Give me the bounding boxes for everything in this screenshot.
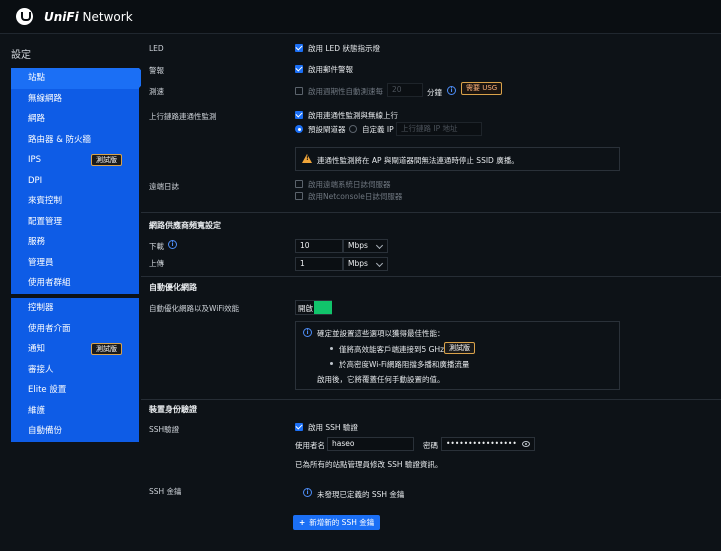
beta-badge: 測試版 xyxy=(91,154,122,166)
sidebar-item-wireless[interactable]: 無線網路 xyxy=(11,89,139,110)
info-icon: i xyxy=(303,328,312,337)
remote-log-label: 遠端日誌 xyxy=(149,182,179,191)
sidebar-item-auto-backup[interactable]: 自動備份 xyxy=(11,421,139,442)
led-label: LED xyxy=(149,44,164,53)
speedtest-label: 測速 xyxy=(149,87,164,96)
sidebar-item-recipients[interactable]: 審接人 xyxy=(11,360,139,381)
custom-ip-label: 自定義 IP xyxy=(362,125,394,134)
eye-icon[interactable] xyxy=(522,441,530,447)
sidebar: 設定 站點 無線網路 網路 路由器 & 防火牆 IPS 測試版 DPI 來賓控制 … xyxy=(0,34,148,551)
email-alerts-label: 啟用郵件警報 xyxy=(308,65,353,74)
sidebar-group-controller: 控制器 使用者介面 通知 測試版 審接人 Elite 設置 維護 自動備份 xyxy=(11,298,139,442)
password-input[interactable]: •••••••••••••••• xyxy=(441,437,535,451)
default-gateway-label: 預設閘道器 xyxy=(308,125,346,134)
toggle-switch-on xyxy=(314,301,332,314)
uplink-ip-input[interactable]: 上行鏈路 IP 地址 xyxy=(396,122,482,136)
led-checkbox[interactable] xyxy=(295,44,303,52)
settings-panel: LED 啟用 LED 狀態指示燈 警報 啟用郵件警報 測速 啟用週期性自動測速每… xyxy=(141,34,721,551)
download-label: 下載 xyxy=(149,242,164,251)
ubiquiti-logo-icon[interactable] xyxy=(16,8,33,25)
netconsole-checkbox[interactable] xyxy=(295,192,303,200)
download-input[interactable]: 10 xyxy=(295,239,343,253)
chevron-down-icon xyxy=(375,241,384,250)
toggle-state-label: 開啟 xyxy=(298,304,313,313)
warning-icon xyxy=(302,154,312,163)
netconsole-label: 啟用Netconsole日誌伺服器 xyxy=(308,192,403,201)
section-divider xyxy=(141,399,721,400)
bullet-icon xyxy=(330,362,333,365)
requires-usg-badge: 需要 USG xyxy=(461,82,503,95)
sidebar-item-services[interactable]: 服務 xyxy=(11,232,139,253)
ssh-auth-label: SSH驗證 xyxy=(149,425,180,434)
sidebar-title: 設定 xyxy=(11,50,31,61)
remote-syslog-label: 啟用遠端系統日誌伺服器 xyxy=(308,180,391,189)
sidebar-item-ips[interactable]: IPS 測試版 xyxy=(11,150,139,171)
sidebar-item-admins[interactable]: 管理員 xyxy=(11,253,139,274)
speedtest-checkbox-label: 啟用週期性自動測速每 xyxy=(308,87,383,96)
bullet-icon xyxy=(330,347,333,350)
upload-unit-select[interactable]: Mbps xyxy=(343,257,388,271)
info-icon[interactable]: i xyxy=(447,86,456,95)
auto-opt-info-title: 確定並設置這些選項以獲得最佳性能： xyxy=(317,329,445,338)
led-checkbox-label: 啟用 LED 狀態指示燈 xyxy=(308,44,380,53)
uplink-warning-text: 連通性監測將在 AP 與閘道器間無法連通時停止 SSID 廣播。 xyxy=(317,156,519,165)
auto-opt-item-multicast-block: 於高密度Wi-Fi網路阻擋多播和廣播流量 xyxy=(339,360,470,369)
username-input[interactable]: haseo xyxy=(327,437,414,451)
download-unit-select[interactable]: Mbps xyxy=(343,239,388,253)
speedtest-interval-input[interactable]: 20 xyxy=(387,83,423,97)
sidebar-item-site[interactable]: 站點 xyxy=(11,68,148,89)
remote-syslog-checkbox[interactable] xyxy=(295,180,303,188)
ssh-auth-note: 已為所有的站點管理員修改 SSH 驗證資訊。 xyxy=(295,460,443,469)
sidebar-item-notifications[interactable]: 通知 測試版 xyxy=(11,339,139,360)
sidebar-item-routing-firewall[interactable]: 路由器 & 防火牆 xyxy=(11,130,139,151)
ssh-auth-checkbox[interactable] xyxy=(295,423,303,431)
uplink-monitor-checkbox[interactable] xyxy=(295,111,303,119)
info-icon: i xyxy=(303,488,312,497)
add-ssh-key-button[interactable]: + 新增新的 SSH 金鑰 xyxy=(293,515,381,530)
auto-opt-label: 自動優化網路以及WiFi效能 xyxy=(149,304,240,313)
ssh-auth-checkbox-label: 啟用 SSH 驗證 xyxy=(308,423,358,432)
auto-opt-info-footer: 啟用後，它將覆蓋任何手動設置的值。 xyxy=(317,375,445,384)
sidebar-item-networks[interactable]: 網路 xyxy=(11,109,139,130)
sidebar-group-site: 站點 無線網路 網路 路由器 & 防火牆 IPS 測試版 DPI 來賓控制 配置管… xyxy=(11,68,148,294)
sidebar-item-dpi[interactable]: DPI xyxy=(11,171,139,192)
auto-opt-info-box: i 確定並設置這些選項以獲得最佳性能： 僅將高效能客戶端連接到5 GHz 測試版… xyxy=(295,321,620,390)
plus-icon: + xyxy=(299,518,306,527)
section-divider xyxy=(141,276,721,277)
sidebar-item-guest-control[interactable]: 來賓控制 xyxy=(11,191,139,212)
isp-section-title: 網路供應商頻寬設定 xyxy=(149,221,221,230)
speedtest-unit: 分鐘 xyxy=(427,88,442,97)
top-bar: UniFi Network xyxy=(0,0,721,34)
info-icon[interactable]: i xyxy=(168,240,177,249)
chevron-down-icon xyxy=(375,259,384,268)
uplink-warning-box: 連通性監測將在 AP 與閘道器間無法連通時停止 SSID 廣播。 xyxy=(295,147,620,171)
default-gateway-radio[interactable] xyxy=(295,125,303,133)
beta-badge: 測試版 xyxy=(444,342,475,354)
device-auth-section-title: 裝置身份驗證 xyxy=(149,405,197,414)
sidebar-item-profiles[interactable]: 配置管理 xyxy=(11,212,139,233)
ssh-keys-empty-text: 未發現已定義的 SSH 金鑰 xyxy=(317,490,405,499)
upload-label: 上傳 xyxy=(149,259,164,268)
auto-opt-section-title: 自動優化網路 xyxy=(149,283,197,292)
sidebar-item-controller[interactable]: 控制器 xyxy=(11,298,139,319)
username-label: 使用者名 xyxy=(295,441,325,450)
upload-input[interactable]: 1 xyxy=(295,257,343,271)
sidebar-item-elite-settings[interactable]: Elite 設置 xyxy=(11,380,139,401)
custom-ip-radio[interactable] xyxy=(349,125,357,133)
speedtest-checkbox[interactable] xyxy=(295,87,303,95)
password-label: 密碼 xyxy=(423,441,438,450)
sidebar-item-maintenance[interactable]: 維護 xyxy=(11,401,139,422)
beta-badge: 測試版 xyxy=(91,343,122,355)
uplink-monitor-label: 上行鏈路連通性監測 xyxy=(149,112,217,121)
brand-title: UniFi Network xyxy=(44,10,133,24)
ssh-keys-label: SSH 金鑰 xyxy=(149,487,182,496)
sidebar-item-user-interface[interactable]: 使用者介面 xyxy=(11,319,139,340)
alerts-label: 警報 xyxy=(149,66,164,75)
section-divider xyxy=(141,212,721,213)
auto-opt-item-band-steering: 僅將高效能客戶端連接到5 GHz xyxy=(339,345,445,354)
uplink-monitor-checkbox-label: 啟用連通性監測與無線上行 xyxy=(308,111,398,120)
auto-opt-toggle[interactable]: 開啟 xyxy=(295,300,332,315)
email-alerts-checkbox[interactable] xyxy=(295,65,303,73)
sidebar-item-user-groups[interactable]: 使用者群組 xyxy=(11,273,139,294)
